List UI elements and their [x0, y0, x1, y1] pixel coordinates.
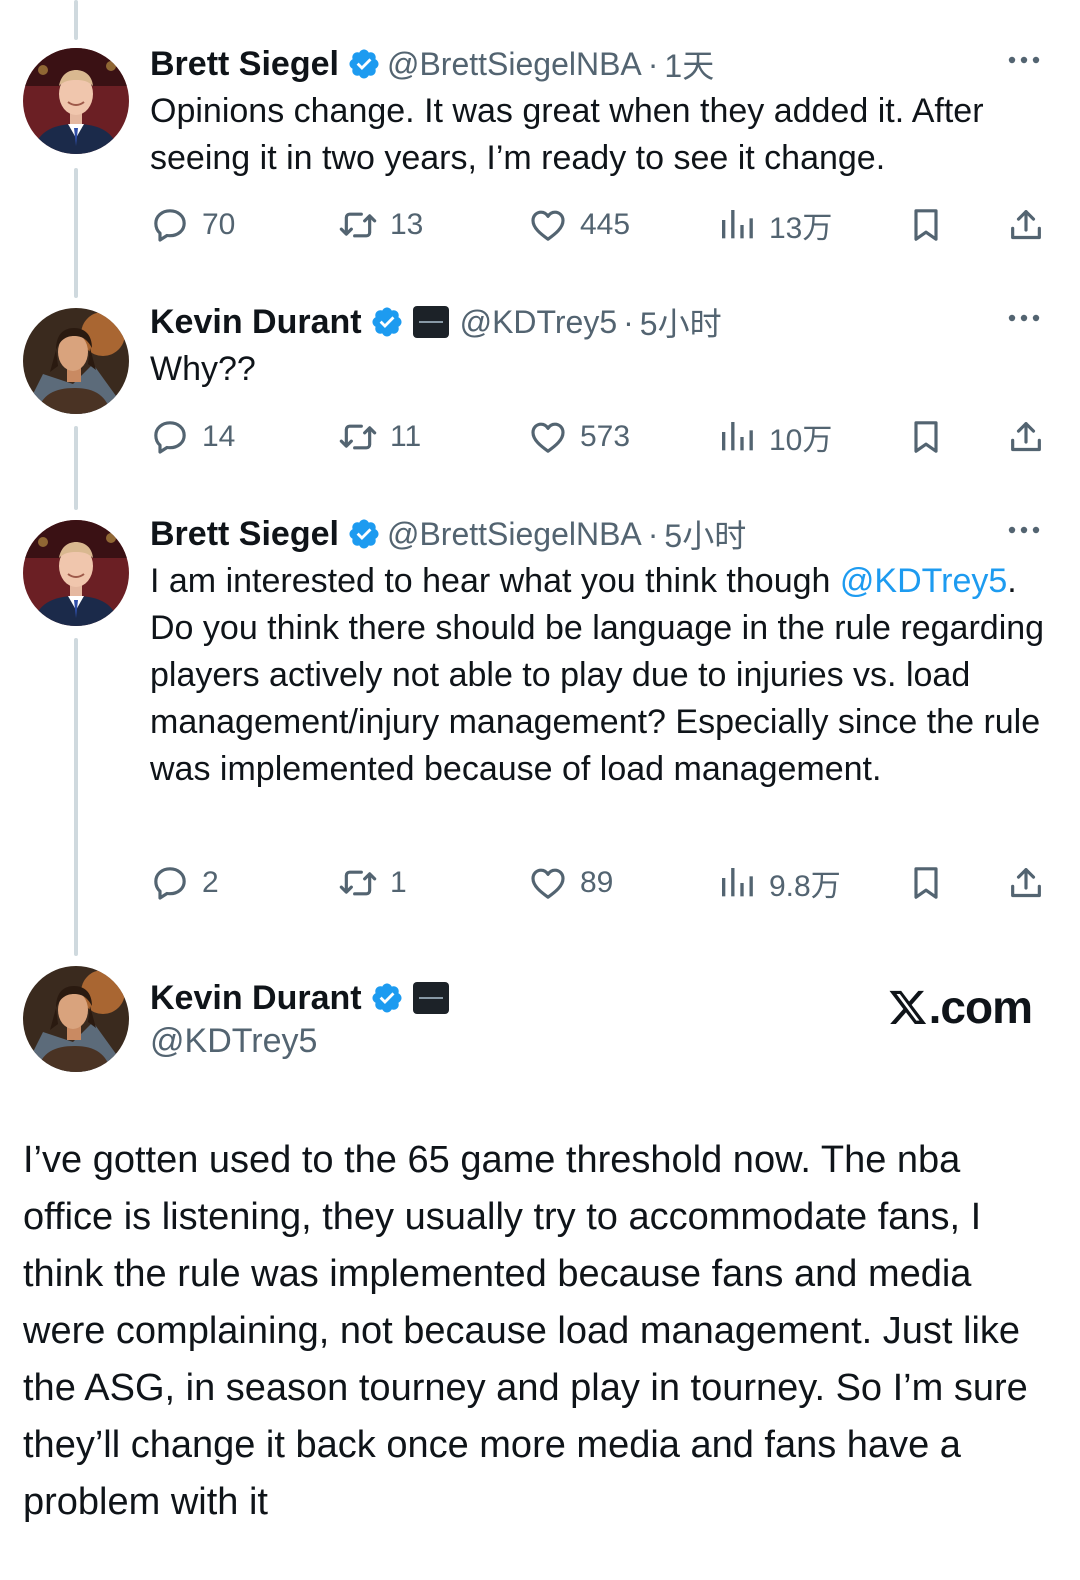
views-button[interactable]: 13万 — [717, 202, 832, 248]
repost-count: 13 — [390, 208, 424, 241]
author-name[interactable]: Brett Siegel — [150, 515, 339, 554]
avatar[interactable] — [23, 48, 129, 154]
x-logo-icon — [889, 990, 926, 1024]
tweet-text-body: Why?? — [150, 350, 256, 388]
like-count: 573 — [580, 420, 631, 453]
bookmark-button[interactable] — [906, 860, 946, 906]
share-button[interactable] — [1006, 860, 1046, 906]
repost-button[interactable]: 11 — [338, 414, 421, 460]
author-handle[interactable]: @KDTrey5 — [150, 1022, 460, 1061]
like-button[interactable]: 573 — [528, 414, 630, 460]
thread-line — [74, 426, 78, 510]
bookmark-button[interactable] — [906, 414, 946, 460]
avatar[interactable] — [23, 308, 129, 414]
like-icon — [528, 863, 568, 903]
avatar-brett-icon — [23, 48, 129, 154]
main-tweet-text: I’ve gotten used to the 65 game threshol… — [23, 1139, 1028, 1523]
reply-count: 70 — [202, 208, 236, 241]
share-icon — [1006, 863, 1046, 903]
avatar-kd-icon — [23, 308, 129, 414]
like-count: 445 — [580, 208, 631, 241]
share-button[interactable] — [1006, 414, 1046, 460]
action-bar: 2 1 89 9.8万 — [150, 860, 1044, 906]
reply-button[interactable]: 2 — [150, 860, 219, 906]
reply-button[interactable]: 14 — [150, 414, 235, 460]
views-icon — [717, 205, 757, 245]
main-tweet[interactable]: Kevin Durant @KDTrey5 .com I’ve gotten u… — [0, 962, 1080, 1562]
avatar-brett-icon — [23, 520, 129, 626]
share-icon — [1006, 205, 1046, 245]
reply-icon — [150, 417, 190, 457]
repost-icon — [338, 417, 378, 457]
like-button[interactable]: 89 — [528, 860, 613, 906]
bookmark-icon — [906, 863, 946, 903]
avatar[interactable] — [23, 520, 129, 626]
repost-icon — [338, 863, 378, 903]
like-icon — [528, 417, 568, 457]
share-button[interactable] — [1006, 202, 1046, 248]
repost-count: 11 — [390, 420, 422, 453]
verified-icon[interactable] — [347, 517, 381, 551]
timestamp[interactable]: 5小时 — [640, 299, 722, 345]
brand-text: .com — [928, 981, 1033, 1033]
author-name[interactable]: Kevin Durant — [150, 979, 362, 1018]
views-count: 13万 — [769, 212, 833, 245]
separator: · — [647, 45, 659, 82]
repost-icon — [338, 205, 378, 245]
author-name[interactable]: Brett Siegel — [150, 45, 339, 84]
timestamp[interactable]: 1天 — [664, 41, 714, 87]
separator: · — [647, 515, 659, 552]
author-handle[interactable]: @KDTrey5 — [460, 304, 618, 341]
mention-link[interactable]: @KDTrey5 — [840, 562, 1007, 600]
avatar-kd-icon — [23, 966, 129, 1072]
tweet-text-body: Opinions change. It was great when they … — [150, 92, 993, 177]
tweet-text: I am interested to hear what you think t… — [150, 558, 1050, 793]
tweet-text: Opinions change. It was great when they … — [150, 88, 1050, 182]
repost-button[interactable]: 13 — [338, 202, 423, 248]
repost-button[interactable]: 1 — [338, 860, 407, 906]
bookmark-icon — [906, 205, 946, 245]
reply-button[interactable]: 70 — [150, 202, 235, 248]
thread-line — [74, 168, 78, 298]
views-button[interactable]: 10万 — [717, 414, 832, 460]
more-icon[interactable] — [1004, 46, 1044, 74]
reply-icon — [150, 205, 190, 245]
action-bar: 14 11 573 10万 — [150, 414, 1044, 460]
affiliation-badge-icon[interactable] — [412, 305, 450, 339]
views-icon — [717, 863, 757, 903]
like-count: 89 — [580, 866, 614, 899]
reply-count: 14 — [202, 420, 236, 453]
separator: · — [623, 303, 634, 340]
like-button[interactable]: 445 — [528, 202, 630, 248]
share-icon — [1006, 417, 1046, 457]
tweet-text: Why?? — [150, 346, 1050, 393]
thread-line — [74, 0, 78, 40]
author-name[interactable]: Kevin Durant — [150, 303, 362, 342]
views-icon — [717, 417, 757, 457]
more-icon[interactable] — [1004, 304, 1044, 332]
bookmark-button[interactable] — [906, 202, 946, 248]
verified-icon[interactable] — [347, 47, 381, 81]
more-icon[interactable] — [1004, 516, 1044, 544]
timestamp[interactable]: 5小时 — [664, 511, 746, 557]
bookmark-icon — [906, 417, 946, 457]
thread-line — [74, 638, 78, 956]
avatar[interactable] — [23, 966, 129, 1072]
verified-icon[interactable] — [370, 981, 404, 1015]
action-bar: 70 13 445 13万 — [150, 202, 1044, 248]
x-logo: .com — [887, 980, 1033, 1034]
views-count: 9.8万 — [769, 870, 841, 903]
author-handle[interactable]: @BrettSiegelNBA — [387, 46, 642, 83]
tweet-text-body: I am interested to hear what you think t… — [150, 562, 840, 600]
verified-icon[interactable] — [370, 305, 404, 339]
like-icon — [528, 205, 568, 245]
views-button[interactable]: 9.8万 — [717, 860, 841, 906]
author-handle[interactable]: @BrettSiegelNBA — [387, 516, 642, 553]
reply-count: 2 — [202, 866, 219, 899]
affiliation-badge-icon[interactable] — [412, 981, 450, 1015]
repost-count: 1 — [390, 866, 407, 899]
views-count: 10万 — [769, 424, 833, 457]
reply-icon — [150, 863, 190, 903]
